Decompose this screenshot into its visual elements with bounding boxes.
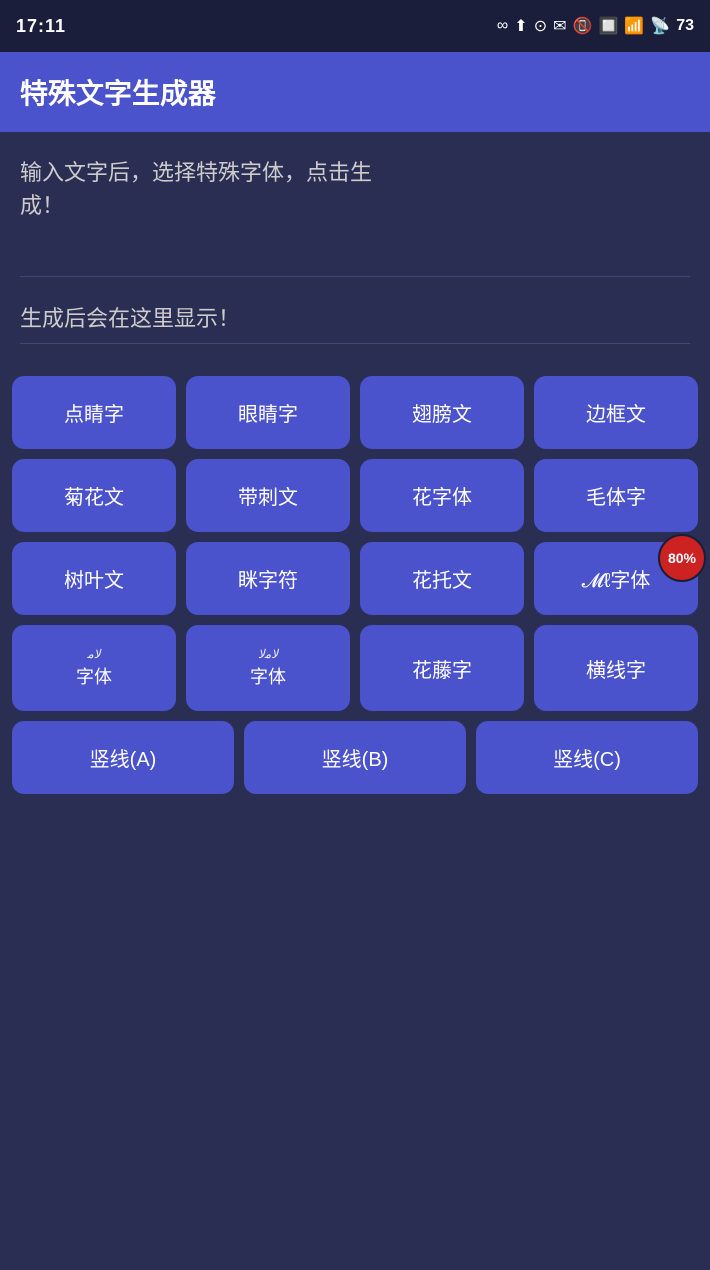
upload-icon: ⬆ (514, 16, 527, 36)
phone-icon: 📵 (573, 16, 593, 36)
circle-check-icon: ⊙ (534, 16, 547, 36)
btn-shu-xian-a[interactable]: 竖线(A) (12, 721, 234, 794)
btn-hua-tuo[interactable]: 花托文 (360, 542, 524, 615)
status-bar: 17:11 ∞ ⬆ ⊙ ✉ 📵 🔲 📶 📡 73 (0, 0, 710, 52)
btn-dian-jing[interactable]: 点睛字 (12, 376, 176, 449)
btn-mao-ti[interactable]: 毛体字 (534, 459, 698, 532)
battery-level: 73 (676, 17, 694, 35)
status-icons: ∞ ⬆ ⊙ ✉ 📵 🔲 📶 📡 73 (497, 16, 694, 36)
output-divider (20, 343, 690, 344)
signal-icon: 📡 (650, 16, 670, 36)
btn-bian-kuang[interactable]: 边框文 (534, 376, 698, 449)
app-title: 特殊文字生成器 (20, 72, 216, 112)
arabic-label-b: 字体 (250, 663, 286, 689)
btn-mei-zi[interactable]: 眯字符 (186, 542, 350, 615)
title-bar: 特殊文字生成器 (0, 52, 710, 132)
output-section: 生成后会在这里显示！ (0, 293, 710, 376)
btn-yan-jing[interactable]: 眼睛字 (186, 376, 350, 449)
wifi-icon: 📶 (624, 16, 644, 36)
buttons-row-3: 树叶文 眯字符 花托文 𝓜ℓ字体 80% (0, 542, 710, 615)
arabic-text-b: ﻻﻣﻻ (258, 647, 278, 661)
arabic-style-a-content: ﻻﻣ 字体 (76, 647, 112, 689)
main-content: 输入文字后，选择特殊字体，点击生 成！ 生成后会在这里显示！ 点睛字 眼睛字 翅… (0, 132, 710, 1270)
buttons-row-4: ﻻﻣ 字体 ﻻﻣﻻ 字体 花藤字 横线字 (0, 625, 710, 711)
arabic-label-a: 字体 (76, 663, 112, 689)
message-icon: ✉ (553, 16, 566, 36)
text-input[interactable]: 输入文字后，选择特殊字体，点击生 成！ (20, 156, 690, 255)
me-zi-label: 𝓜ℓ字体 (582, 564, 651, 593)
output-display: 生成后会在这里显示！ (20, 293, 690, 343)
input-section: 输入文字后，选择特殊字体，点击生 成！ (0, 132, 710, 277)
buttons-row-2: 菊花文 带刺文 花字体 毛体字 (0, 459, 710, 532)
battery-icon: 🔲 (598, 16, 618, 36)
input-divider (20, 276, 690, 277)
arabic-text-a: ﻻﻣ (87, 647, 100, 661)
status-time: 17:11 (16, 16, 66, 37)
btn-arabic-style-b[interactable]: ﻻﻣﻻ 字体 (186, 625, 350, 711)
btn-hua-zi[interactable]: 花字体 (360, 459, 524, 532)
btn-hua-teng[interactable]: 花藤字 (360, 625, 524, 711)
infinity-icon: ∞ (497, 17, 508, 35)
btn-shu-xian-c[interactable]: 竖线(C) (476, 721, 698, 794)
btn-me-zi[interactable]: 𝓜ℓ字体 80% (534, 542, 698, 615)
progress-badge: 80% (658, 534, 706, 582)
btn-ju-hua[interactable]: 菊花文 (12, 459, 176, 532)
buttons-row-5: 竖线(A) 竖线(B) 竖线(C) (0, 721, 710, 794)
btn-shu-xian-b[interactable]: 竖线(B) (244, 721, 466, 794)
btn-heng-xian[interactable]: 横线字 (534, 625, 698, 711)
arabic-style-b-content: ﻻﻣﻻ 字体 (250, 647, 286, 689)
buttons-row-1: 点睛字 眼睛字 翅膀文 边框文 (0, 376, 710, 449)
btn-arabic-style-a[interactable]: ﻻﻣ 字体 (12, 625, 176, 711)
btn-shu-ye[interactable]: 树叶文 (12, 542, 176, 615)
btn-chi-bang[interactable]: 翅膀文 (360, 376, 524, 449)
btn-dai-ci[interactable]: 带刺文 (186, 459, 350, 532)
